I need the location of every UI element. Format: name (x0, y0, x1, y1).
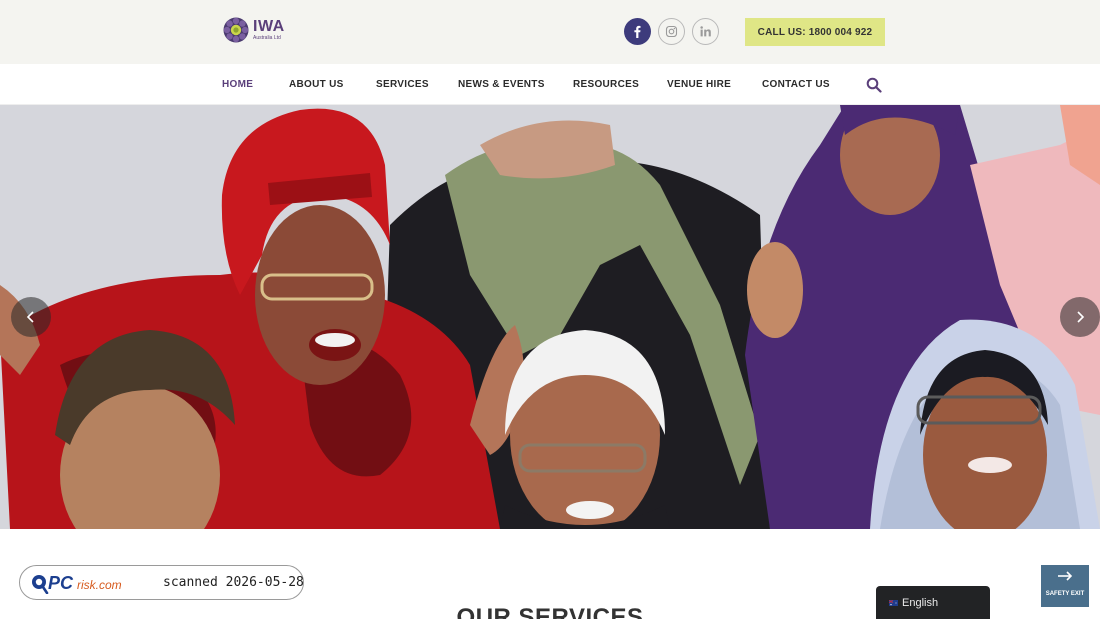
call-us-button[interactable]: CALL US: 1800 004 922 (745, 18, 885, 46)
top-bar: IWA Australia Ltd CALL US: 1800 004 922 (0, 0, 1100, 64)
scan-watermark: PC risk.com scanned 2026-05-28 (19, 565, 304, 600)
logo-flower-icon (223, 17, 249, 43)
pcrisk-logo-icon: PC risk.com (32, 573, 122, 594)
arrow-right-icon (1058, 571, 1073, 581)
safety-exit-label: SAFETY EXIT (1045, 591, 1085, 597)
site-logo[interactable]: IWA Australia Ltd (222, 16, 285, 44)
svg-text:PC: PC (48, 573, 74, 593)
facebook-icon (634, 25, 641, 38)
instagram-link[interactable] (658, 18, 685, 45)
nav-item-about-us[interactable]: ABOUT US (289, 79, 344, 90)
safety-exit-button[interactable]: SAFETY EXIT (1041, 565, 1089, 607)
logo-name: IWA (253, 18, 285, 35)
watermark-text: scanned 2026-05-28 (163, 575, 304, 590)
pcrisk-logo: PC risk.com (30, 572, 142, 594)
nav-item-services[interactable]: SERVICES (376, 79, 429, 90)
instagram-icon (665, 25, 678, 38)
nav-item-contact-us[interactable]: CONTACT US (762, 79, 830, 90)
slider-next-button[interactable] (1060, 297, 1100, 337)
logo-subtitle: Australia Ltd (253, 35, 281, 41)
nav-item-news-events[interactable]: NEWS & EVENTS (458, 79, 545, 90)
nav-item-resources[interactable]: RESOURCES (573, 79, 639, 90)
language-label: English (902, 596, 939, 609)
nav-item-home[interactable]: HOME (222, 79, 253, 90)
chevron-right-icon (1077, 311, 1085, 323)
chevron-left-icon (26, 311, 34, 323)
facebook-link[interactable] (624, 18, 651, 45)
svg-text:risk.com: risk.com (77, 578, 122, 592)
main-nav: HOME ABOUT US SERVICES NEWS & EVENTS RES… (0, 64, 1100, 105)
slider-prev-button[interactable] (11, 297, 51, 337)
linkedin-icon (700, 26, 711, 37)
hero-photo (0, 105, 1100, 529)
nav-item-venue-hire[interactable]: VENUE HIRE (667, 79, 731, 90)
search-icon[interactable] (866, 77, 882, 93)
hero-slider (0, 105, 1100, 529)
australia-flag-icon (889, 599, 898, 606)
linkedin-link[interactable] (692, 18, 719, 45)
language-selector[interactable]: English (876, 586, 990, 619)
